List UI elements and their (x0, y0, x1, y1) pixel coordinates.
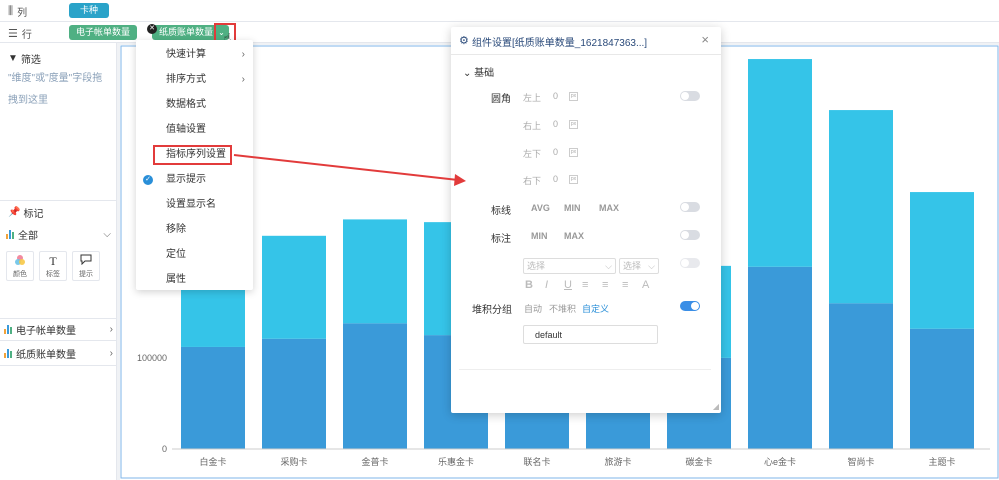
annotation-arrow (233, 154, 466, 186)
arrow-head (454, 174, 466, 186)
arrow-line (233, 154, 459, 181)
